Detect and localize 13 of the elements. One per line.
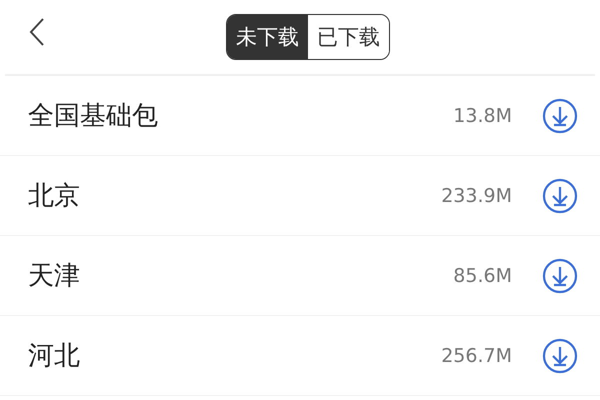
package-size: 13.8M	[453, 104, 512, 126]
package-size: 256.7M	[441, 344, 512, 366]
download-icon[interactable]	[542, 98, 578, 134]
package-size: 233.9M	[441, 184, 512, 206]
package-size: 85.6M	[453, 264, 512, 286]
tab[interactable]: 未下载	[227, 15, 308, 59]
download-icon[interactable]	[542, 258, 578, 294]
region-name: 河北	[28, 340, 81, 373]
region-name: 北京	[28, 180, 81, 213]
download-icon[interactable]	[542, 338, 578, 374]
region-name: 天津	[28, 260, 81, 293]
download-icon[interactable]	[542, 178, 578, 214]
region-name: 全国基础包	[28, 100, 159, 133]
